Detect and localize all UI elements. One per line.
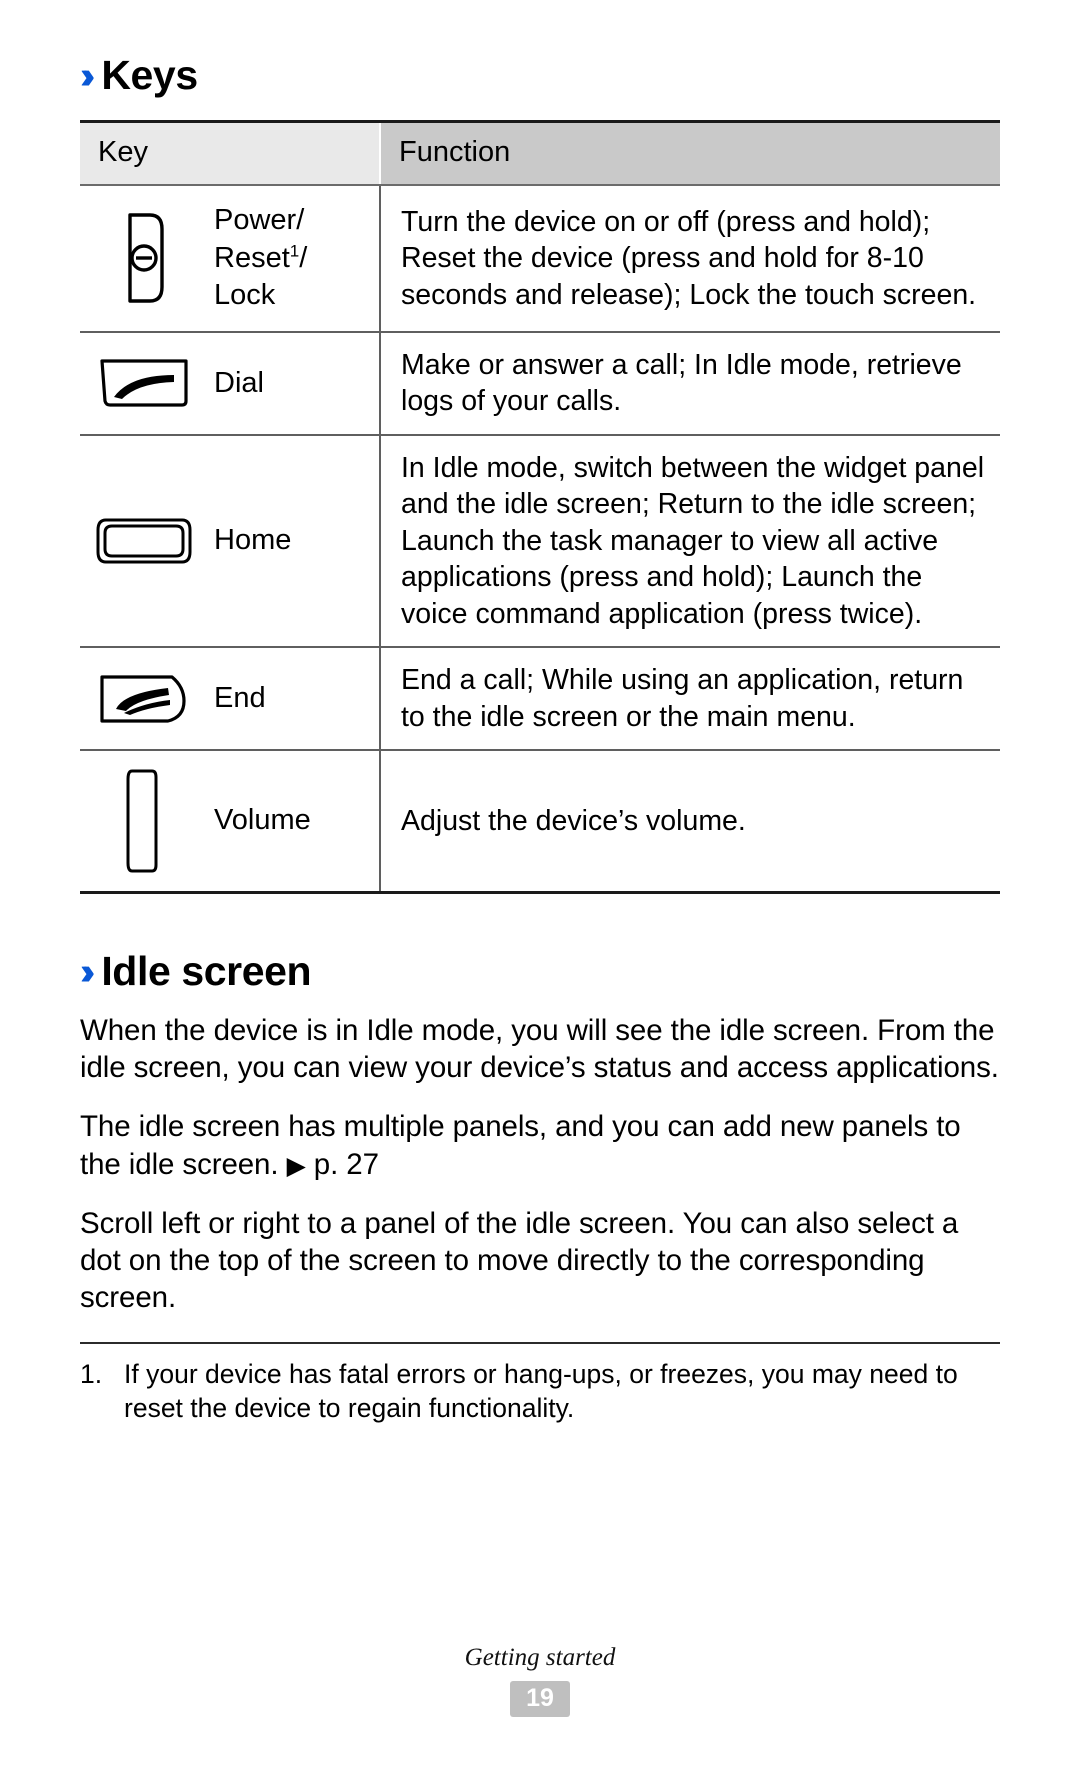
key-label-home: Home: [214, 524, 292, 557]
page-reference[interactable]: p. 27: [306, 1148, 379, 1181]
manual-page: ›› Keys Key Function Power/ Reset1/ Lock…: [0, 0, 1080, 1771]
idle-screen-heading: ›› Idle screen: [80, 950, 1000, 994]
key-label-power: Power/ Reset1/ Lock: [214, 202, 369, 315]
table-row: Power/ Reset1/ Lock Turn the device on o…: [80, 184, 1000, 333]
key-cell-home: Home: [80, 434, 381, 649]
keys-heading: ›› Keys: [80, 52, 1000, 98]
footnote-number: 1.: [80, 1359, 103, 1390]
idle-paragraph-2-text: The idle screen has multiple panels, and…: [80, 1110, 961, 1181]
power-key-icon: [80, 210, 208, 306]
key-cell-volume: Volume: [80, 750, 381, 895]
key-label-dial: Dial: [214, 366, 264, 399]
function-cell-end: End a call; While using an application, …: [380, 647, 1000, 752]
key-label-line-1: Power/: [214, 203, 305, 236]
key-cell-dial: Dial: [80, 331, 381, 436]
home-key-icon: [80, 514, 208, 568]
footnote-divider: [80, 1342, 1000, 1345]
footnote-text: If your device has fatal errors or hang-…: [124, 1359, 958, 1423]
end-key-icon: [80, 673, 208, 725]
function-cell-volume: Adjust the device’s volume.: [380, 750, 1000, 895]
keys-heading-label: Keys: [101, 52, 198, 98]
footnote-marker: 1: [289, 240, 300, 260]
table-row: Volume Adjust the device’s volume.: [80, 750, 1000, 895]
footnote: 1. If your device has fatal errors or ha…: [80, 1358, 1000, 1425]
idle-paragraph-3: Scroll left or right to a panel of the i…: [80, 1206, 959, 1314]
column-header-function: Function: [379, 119, 1000, 186]
chevron-right-icon: ››: [80, 55, 96, 97]
page-number-badge: 19: [510, 1681, 570, 1717]
table-row: Home In Idle mode, switch between the wi…: [80, 434, 1000, 649]
table-header-row: Key Function: [80, 119, 1000, 186]
function-cell-home: In Idle mode, switch between the widget …: [380, 434, 1000, 649]
key-cell-power: Power/ Reset1/ Lock: [80, 184, 381, 333]
volume-key-icon: [80, 767, 208, 875]
chapter-title: Getting started: [464, 1644, 616, 1671]
key-cell-end: End: [80, 647, 381, 752]
keys-table: Key Function Power/ Reset1/ Lock Turn th…: [80, 119, 1000, 895]
chevron-right-icon: ››: [80, 951, 96, 994]
table-row: End End a call; While using an applicati…: [80, 647, 1000, 752]
triangle-right-icon: ▶: [286, 1151, 306, 1180]
idle-paragraph-1: When the device is in Idle mode, you wil…: [80, 1014, 999, 1085]
page-footer: Getting started 19: [0, 1644, 1080, 1717]
idle-paragraph-2: The idle screen has multiple panels, and…: [80, 1108, 1000, 1182]
table-row: Dial Make or answer a call; In Idle mode…: [80, 331, 1000, 436]
column-header-key: Key: [80, 119, 380, 186]
function-cell-power: Turn the device on or off (press and hol…: [380, 184, 1000, 333]
dial-key-icon: [80, 357, 208, 409]
key-label-line-2: Reset1/: [214, 240, 308, 274]
key-label-end: End: [214, 681, 266, 714]
key-label-line-3: Lock: [214, 279, 276, 312]
idle-screen-heading-label: Idle screen: [101, 948, 312, 995]
function-cell-dial: Make or answer a call; In Idle mode, ret…: [380, 331, 1000, 436]
key-label-volume: Volume: [214, 804, 311, 837]
